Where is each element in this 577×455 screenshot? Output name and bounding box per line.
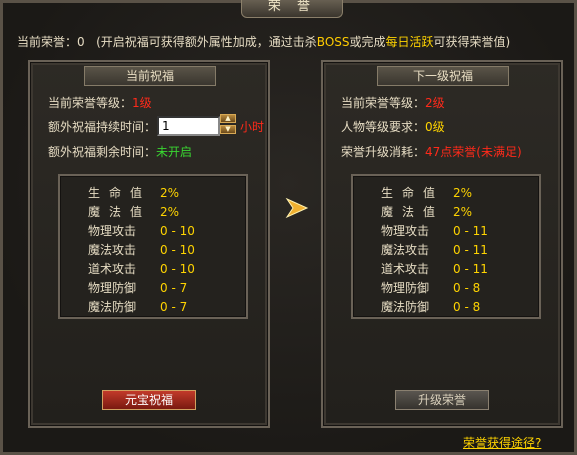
duration-row: 额外祝福持续时间： [48, 118, 156, 135]
next-level-row: 当前荣誉等级：2级 [341, 94, 445, 111]
current-blessing-header: 当前祝福 [84, 66, 216, 86]
duration-unit: 小时 [240, 120, 265, 134]
stat-row: 生命值 2% [381, 184, 472, 201]
stat-row: 物理攻击 0 - 11 [381, 222, 488, 239]
next-level-label: 当前荣誉等级： [341, 96, 426, 110]
honor-summary: 当前荣誉：0 (开启祝福可获得额外属性加成，通过击杀BOSS或完成每日活跃可获得… [17, 33, 567, 50]
stat-label: 魔法攻击 [381, 243, 430, 257]
next-level-value: 2级 [425, 96, 445, 110]
stat-label: 魔法值 [381, 205, 445, 219]
stat-row: 魔法防御 0 - 7 [88, 298, 187, 315]
current-level-value: 1级 [132, 96, 152, 110]
stat-label: 魔法攻击 [88, 243, 137, 257]
upgrade-honor-button[interactable]: 升级荣誉 [395, 390, 489, 410]
next-stats-box: 生命值 2% 魔法值 2% 物理攻击 0 - 11 魔法攻击 0 - 11 道术攻击 0 … [351, 174, 541, 319]
hint-mid: 或完成 [349, 35, 386, 49]
cost-label: 荣誉升级消耗： [341, 145, 426, 159]
stat-value: 2% [160, 205, 180, 219]
chevron-down-icon[interactable]: ▼ [220, 125, 236, 134]
stat-value: 0 - 11 [453, 224, 488, 238]
upgrade-cost-row: 荣誉升级消耗：47点荣誉(未满足) [341, 143, 522, 160]
stat-value: 0 - 10 [160, 224, 195, 238]
stat-label: 生命值 [88, 186, 152, 200]
duration-input[interactable]: 1 [157, 116, 220, 136]
stat-row: 物理防御 0 - 8 [381, 279, 480, 296]
hint-daily: 每日活跃 [385, 35, 434, 49]
stat-value: 0 - 11 [453, 262, 488, 276]
next-blessing-panel: 下一级祝福 当前荣誉等级：2级 人物等级要求：0级 荣誉升级消耗：47点荣誉(未… [321, 60, 563, 428]
current-stats-box: 生命值 2% 魔法值 2% 物理攻击 0 - 10 魔法攻击 0 - 10 道术攻击 0 … [58, 174, 248, 319]
requirement-label: 人物等级要求： [341, 120, 426, 134]
stat-value: 0 - 7 [160, 281, 188, 295]
stat-value: 0 - 8 [453, 300, 481, 314]
remaining-value: 未开启 [156, 145, 193, 159]
duration-label: 额外祝福持续时间： [48, 120, 157, 134]
current-blessing-panel: 当前祝福 当前荣誉等级：1级 额外祝福持续时间： 1 ▲ ▼ 小时 额外祝福剩余… [28, 60, 270, 428]
stat-value: 0 - 11 [453, 243, 488, 257]
remaining-row: 额外祝福剩余时间：未开启 [48, 143, 192, 160]
stat-value: 0 - 8 [453, 281, 481, 295]
yuanbao-bless-button[interactable]: 元宝祝福 [102, 390, 196, 410]
stat-label: 物理攻击 [381, 224, 430, 238]
current-level-row: 当前荣誉等级：1级 [48, 94, 152, 111]
stat-label: 物理防御 [381, 281, 430, 295]
stat-value: 0 - 10 [160, 262, 195, 276]
stat-row: 魔法值 2% [381, 203, 472, 220]
stat-label: 生命值 [381, 186, 445, 200]
stat-label: 道术攻击 [88, 262, 137, 276]
next-blessing-header: 下一级祝福 [377, 66, 509, 86]
stat-row: 魔法攻击 0 - 11 [381, 241, 488, 258]
stat-label: 物理防御 [88, 281, 137, 295]
hint-suffix: 可获得荣誉值) [433, 35, 511, 49]
hint-prefix: (开启祝福可获得额外属性加成，通过击杀 [96, 35, 317, 49]
stat-row: 物理攻击 0 - 10 [88, 222, 195, 239]
current-level-label: 当前荣誉等级： [48, 96, 133, 110]
honor-value: 0 [77, 35, 85, 49]
window-title: 荣 誉 [241, 0, 343, 18]
stat-label: 魔法值 [88, 205, 152, 219]
honor-source-link[interactable]: 荣誉获得途径? [463, 434, 541, 451]
stat-row: 生命值 2% [88, 184, 179, 201]
honor-label: 当前荣誉： [17, 35, 78, 49]
remaining-label: 额外祝福剩余时间： [48, 145, 157, 159]
stat-row: 物理防御 0 - 7 [88, 279, 187, 296]
stat-value: 0 - 10 [160, 243, 195, 257]
stat-row: 魔法攻击 0 - 10 [88, 241, 195, 258]
arrow-right-icon [285, 197, 309, 219]
stat-row: 魔法值 2% [88, 203, 179, 220]
stat-value: 2% [160, 186, 180, 200]
stat-value: 0 - 7 [160, 300, 188, 314]
hint-boss: BOSS [316, 35, 350, 49]
requirement-value: 0级 [425, 120, 445, 134]
duration-spinner: ▲ ▼ [220, 114, 236, 134]
cost-value: 47点荣誉(未满足) [425, 145, 522, 159]
level-requirement-row: 人物等级要求：0级 [341, 118, 445, 135]
stat-label: 物理攻击 [88, 224, 137, 238]
honor-window: 荣 誉 当前荣誉：0 (开启祝福可获得额外属性加成，通过击杀BOSS或完成每日活… [0, 0, 577, 455]
stat-label: 道术攻击 [381, 262, 430, 276]
stat-value: 2% [453, 205, 473, 219]
stat-row: 魔法防御 0 - 8 [381, 298, 480, 315]
stat-label: 魔法防御 [88, 300, 137, 314]
stat-row: 道术攻击 0 - 11 [381, 260, 488, 277]
stat-label: 魔法防御 [381, 300, 430, 314]
stat-row: 道术攻击 0 - 10 [88, 260, 195, 277]
chevron-up-icon[interactable]: ▲ [220, 114, 236, 123]
stat-value: 2% [453, 186, 473, 200]
